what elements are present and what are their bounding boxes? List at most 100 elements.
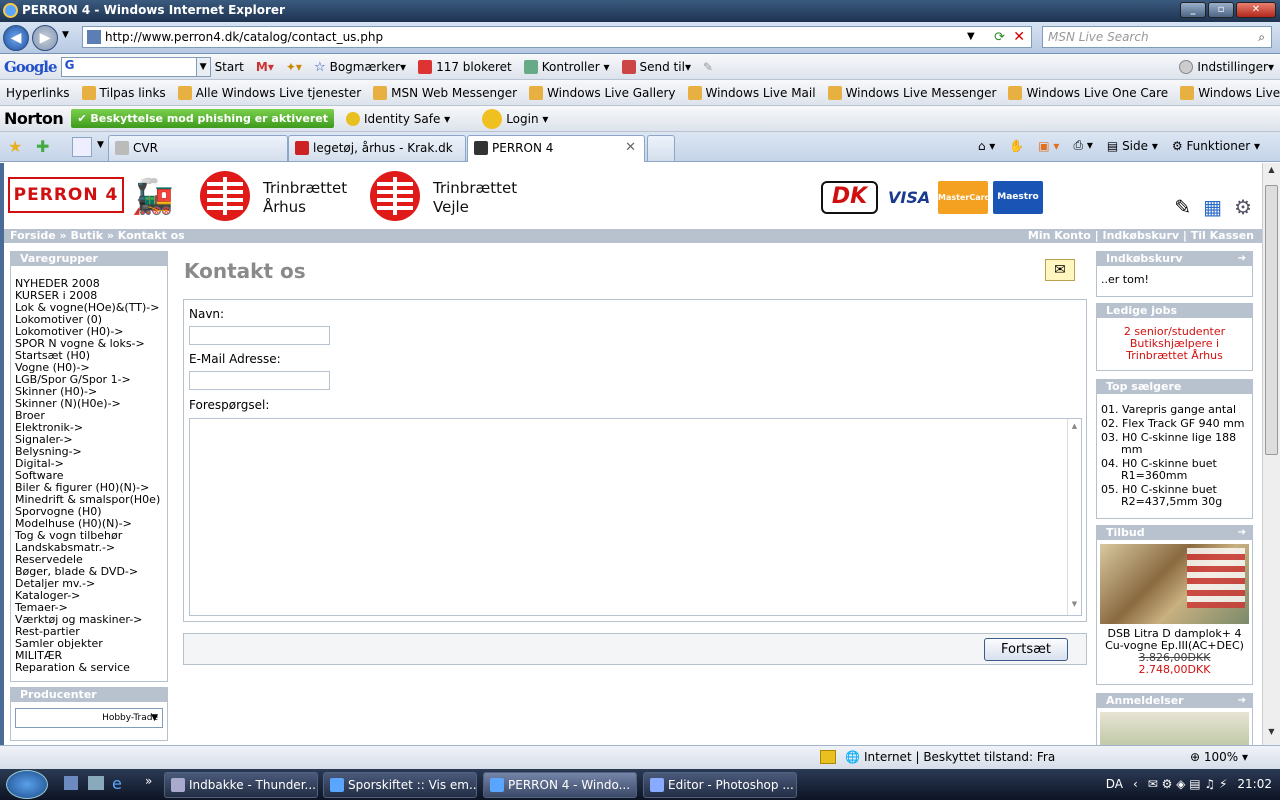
tray-icons[interactable]: ✉ ⚙ ◈ ▤ ♫ ⚡	[1148, 769, 1228, 800]
link-item[interactable]: MSN Web Messenger	[373, 85, 517, 100]
top-seller-item[interactable]: 01. Varepris gange antal	[1101, 404, 1248, 416]
maximize-button[interactable]: ▫	[1208, 2, 1234, 18]
taskbar-sporskiftet[interactable]: Sporskiftet :: Vis em...	[323, 772, 477, 798]
top-seller-item[interactable]: 02. Flex Track GF 940 mm	[1101, 418, 1248, 430]
review-image[interactable]	[1100, 712, 1249, 745]
email-input[interactable]	[189, 371, 330, 390]
top-seller-item[interactable]: 04. H0 C-skinne buet R1=360mm	[1101, 458, 1248, 482]
scroll-up-icon[interactable]: ▲	[1263, 165, 1280, 181]
offer-product-name[interactable]: DSB Litra D damplok+ 4 Cu-vogne Ep.III(A…	[1101, 628, 1248, 652]
page-menu[interactable]: ▤ Side ▾	[1107, 139, 1158, 153]
ie-quicklaunch-icon[interactable]: e	[112, 774, 122, 793]
locomotive-icon: 🚂	[131, 177, 175, 217]
store-arhus[interactable]: Trinbrættet Århus	[263, 179, 347, 217]
new-tab-button[interactable]	[647, 135, 675, 161]
send-to-button[interactable]: Send til ▾	[621, 59, 691, 74]
tab-krak[interactable]: legetøj, århus - Krak.dk	[288, 135, 466, 161]
search-box[interactable]: MSN Live Search ⌕	[1042, 26, 1272, 48]
feeds-icon[interactable]: ▣ ▾	[1038, 139, 1059, 153]
history-dropdown-icon[interactable]: ▼	[62, 30, 69, 40]
tab-list-dropdown-icon[interactable]: ▼	[97, 140, 104, 150]
clock[interactable]: 21:02	[1237, 769, 1272, 800]
close-tab-icon[interactable]: ✕	[625, 136, 636, 160]
textarea-scrollbar[interactable]: ▲ ▼	[1067, 419, 1081, 615]
taskbar-perron4[interactable]: PERRON 4 - Windo...	[483, 772, 637, 798]
quicklaunch-more-icon[interactable]: »	[145, 774, 152, 788]
submit-bar: Fortsæt	[183, 633, 1087, 665]
show-desktop-icon[interactable]	[64, 776, 78, 790]
print-icon[interactable]: ⎙ ▾	[1073, 138, 1092, 153]
chevron-down-icon[interactable]: ▼	[195, 57, 210, 76]
taskbar-thunderbird[interactable]: Indbakke - Thunder...	[164, 772, 318, 798]
favorites-star-icon[interactable]: ★	[8, 137, 22, 156]
zoom-level[interactable]: ⊕ 100% ▾	[1190, 746, 1248, 768]
address-dropdown-icon[interactable]: ▼	[967, 27, 981, 47]
language-indicator[interactable]: DA	[1106, 769, 1123, 800]
back-button[interactable]: ◀	[3, 25, 29, 51]
arrow-right-icon[interactable]: ➔	[1238, 526, 1246, 540]
phishing-status[interactable]: ✔ Beskyttelse mod phishing er aktiveret	[71, 109, 334, 128]
popup-blocker-button[interactable]: 117 blokeret	[418, 59, 512, 74]
checkout-icon[interactable]: ⚙	[1234, 195, 1252, 219]
forward-button[interactable]: ▶	[32, 25, 58, 51]
switch-windows-icon[interactable]	[88, 776, 104, 790]
page-scrollbar[interactable]: ▲ ▼	[1262, 163, 1280, 745]
refresh-icon[interactable]: ⟳	[994, 28, 1005, 48]
scroll-thumb[interactable]	[1265, 185, 1278, 455]
cart-icon[interactable]: ▦	[1203, 195, 1222, 219]
arrow-right-icon[interactable]: ➔	[1238, 252, 1246, 266]
perron4-logo[interactable]: PERRON 4	[8, 177, 124, 213]
offer-image[interactable]	[1100, 544, 1249, 624]
store-vejle[interactable]: Trinbrættet Vejle	[433, 179, 517, 217]
stop-icon[interactable]: ✕	[1013, 27, 1025, 47]
link-item[interactable]: Windows Live Gallery	[529, 85, 676, 100]
page-icon	[87, 30, 101, 44]
jobs-link[interactable]: 2 senior/studenter Butikshjælpere i Trin…	[1097, 318, 1252, 366]
link-item[interactable]: Windows Live One Care	[1008, 85, 1168, 100]
google-start-button[interactable]: Start	[215, 60, 244, 74]
puzzle-icon[interactable]: ✦▾	[286, 60, 302, 74]
top-seller-item[interactable]: 05. H0 C-skinne buet R2=437,5mm 30g	[1101, 484, 1248, 508]
security-zone[interactable]: Internet | Beskyttet tilstand: Fra	[864, 746, 1055, 768]
link-item[interactable]: Tilpas links	[81, 85, 166, 100]
arrow-right-icon[interactable]: ➔	[1238, 694, 1246, 708]
taskbar-photoshop[interactable]: Editor - Photoshop ...	[643, 772, 797, 798]
google-search-input[interactable]: G ▼	[60, 56, 211, 77]
home-icon[interactable]: ⌂ ▾	[978, 139, 995, 153]
continue-button[interactable]: Fortsæt	[984, 638, 1068, 661]
name-input[interactable]	[189, 326, 330, 345]
spellcheck-button[interactable]: Kontroller ▾	[523, 59, 610, 74]
manufacturer-select[interactable]: Hobby-Trade ▼	[15, 708, 163, 728]
research-icon[interactable]: ✋	[1009, 139, 1024, 153]
breadcrumb[interactable]: Forside » Butik » Kontakt os	[10, 229, 185, 242]
google-settings-button[interactable]: Indstillinger ▾	[1179, 59, 1274, 74]
link-item[interactable]: Windows Live Spaces	[1180, 85, 1280, 100]
scroll-down-icon[interactable]: ▼	[1263, 727, 1280, 743]
link-item[interactable]: Windows Live Messenger	[827, 85, 996, 100]
identity-safe-button[interactable]: Identity Safe ▾	[345, 111, 450, 126]
search-icon[interactable]: ⌕	[1258, 27, 1265, 47]
minimize-button[interactable]: _	[1180, 2, 1206, 18]
bookmarks-button[interactable]: ☆ Bogmærker ▾	[314, 60, 406, 75]
top-seller-item[interactable]: 03. H0 C-skinne lige 188 mm	[1101, 432, 1248, 456]
categories-title: Varegrupper	[11, 252, 167, 266]
account-icon[interactable]: ✎	[1174, 195, 1191, 219]
login-button[interactable]: Login ▾	[482, 108, 548, 129]
warning-icon[interactable]	[820, 750, 836, 764]
tools-menu[interactable]: ⚙ Funktioner ▾	[1172, 139, 1260, 153]
link-item[interactable]: Alle Windows Live tjenester	[177, 85, 361, 100]
address-bar[interactable]: http://www.perron4.dk/catalog/contact_us…	[82, 26, 1032, 48]
top-links[interactable]: Min Konto | Indkøbskurv | Til Kassen	[1028, 229, 1254, 243]
link-item[interactable]: Windows Live Mail	[687, 85, 816, 100]
tab-perron4[interactable]: PERRON 4 ✕	[467, 135, 645, 162]
add-favorite-icon[interactable]: ✚	[36, 137, 49, 156]
quick-tabs-icon[interactable]	[72, 137, 92, 157]
start-button[interactable]	[6, 770, 48, 799]
tab-cvr[interactable]: CVR	[108, 135, 288, 161]
close-button[interactable]: ✕	[1236, 2, 1276, 18]
category-item[interactable]: Reparation & service	[15, 662, 163, 674]
tray-expand-icon[interactable]: ‹	[1133, 769, 1138, 800]
inquiry-textarea[interactable]: ▲ ▼	[189, 418, 1082, 616]
gmail-icon[interactable]: M▾	[256, 60, 274, 74]
pencil-icon[interactable]: ✎	[703, 60, 713, 74]
